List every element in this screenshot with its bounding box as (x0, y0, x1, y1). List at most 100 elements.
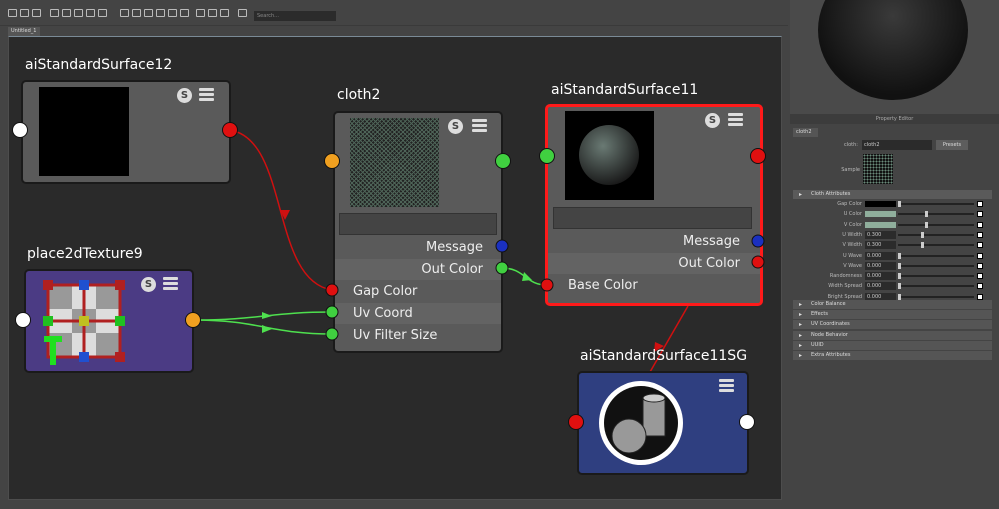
port-out-color: Out Color (548, 253, 760, 274)
port-gap-color: Gap Color (353, 284, 418, 299)
input-port[interactable] (12, 122, 28, 138)
attr-slider[interactable] (898, 213, 974, 216)
input-port[interactable] (568, 414, 584, 430)
uv-coord-port[interactable] (325, 305, 339, 319)
slider-handle[interactable] (898, 262, 901, 269)
node-aistandardsurface11sg[interactable] (577, 371, 749, 475)
slider-handle[interactable] (898, 273, 901, 280)
port-message: Message (426, 240, 483, 255)
render-viewport[interactable] (790, 0, 999, 114)
attr-slider[interactable] (898, 254, 974, 257)
sphere-preview (579, 125, 639, 185)
attr-value-input[interactable]: 0.000 (865, 251, 896, 260)
map-button[interactable] (977, 283, 983, 290)
output-port[interactable] (222, 122, 238, 138)
slider-handle[interactable] (898, 201, 901, 207)
slider-handle[interactable] (898, 283, 901, 290)
message-port[interactable] (495, 239, 509, 253)
attr-slider[interactable] (898, 285, 974, 288)
color-swatch[interactable] (865, 211, 896, 218)
attr-slider[interactable] (898, 275, 974, 278)
attr-label: Gap Color (837, 201, 862, 207)
slider-handle[interactable] (920, 231, 924, 238)
attr-slider[interactable] (898, 233, 974, 236)
section-collapsed[interactable]: Color Balance (793, 300, 992, 309)
attr-value-input[interactable]: 0.000 (865, 261, 896, 270)
node-text-field[interactable] (553, 207, 752, 229)
attr-label: Randomness (829, 273, 862, 280)
swatch (39, 87, 129, 176)
shader-icon: S (177, 88, 192, 103)
output-port[interactable] (185, 312, 201, 328)
uv-filter-size-port[interactable] (325, 327, 339, 341)
slider-handle[interactable] (924, 221, 928, 228)
shading-group-icon (599, 381, 683, 465)
attr-slider[interactable] (898, 295, 974, 298)
wire-arrow (522, 272, 532, 281)
section-collapsed[interactable]: UV Coordinates (793, 320, 992, 330)
shader-icon: S (705, 113, 720, 128)
map-button[interactable] (977, 231, 983, 238)
node-aistandardsurface12[interactable]: S (21, 80, 231, 184)
attr-value-input[interactable]: 0.300 (865, 230, 896, 239)
slider-handle[interactable] (920, 242, 924, 249)
out-color-port[interactable] (751, 255, 765, 269)
base-color-port[interactable] (540, 278, 554, 292)
slider-handle[interactable] (898, 252, 901, 259)
node-title: aiStandardSurface11 (551, 82, 699, 98)
attr-value-input[interactable]: 0.000 (865, 282, 896, 291)
input-port[interactable] (539, 148, 555, 164)
color-swatch[interactable] (865, 201, 896, 207)
node-text-field[interactable] (339, 213, 497, 235)
output-port[interactable] (739, 414, 755, 430)
gap-color-port[interactable] (325, 283, 339, 297)
menu-icon[interactable] (728, 113, 743, 127)
port-message: Message (683, 234, 740, 249)
input-port[interactable] (324, 153, 340, 169)
map-button[interactable] (977, 293, 983, 300)
map-button[interactable] (977, 201, 983, 207)
section-collapsed[interactable]: Extra Attributes (793, 351, 992, 360)
map-button[interactable] (977, 252, 983, 259)
attr-slider[interactable] (898, 264, 974, 267)
slider-handle[interactable] (924, 211, 928, 218)
map-button[interactable] (977, 211, 983, 218)
node-title: aiStandardSurface12 (25, 57, 173, 73)
color-swatch[interactable] (865, 221, 896, 228)
attr-label: Width Spread (828, 283, 862, 290)
node-aistandardsurface11[interactable]: S Message Out Color Base Color (545, 104, 763, 306)
section-collapsed[interactable]: Node Behavior (793, 330, 992, 340)
attr-value-input[interactable]: 0.000 (865, 272, 896, 281)
menu-icon[interactable] (199, 88, 214, 102)
node-place2dtexture9[interactable]: S (24, 269, 194, 373)
attr-value-input[interactable]: 0.300 (865, 241, 896, 250)
menu-icon[interactable] (719, 379, 734, 393)
section-cloth-attributes[interactable]: Cloth Attributes (793, 190, 992, 199)
map-button[interactable] (977, 273, 983, 280)
output-port[interactable] (495, 153, 511, 169)
map-button[interactable] (977, 221, 983, 228)
section-collapsed[interactable]: Effects (793, 310, 992, 320)
attr-slider[interactable] (898, 203, 974, 205)
tab-cloth2[interactable]: cloth2 (793, 128, 818, 137)
message-port[interactable] (751, 234, 765, 248)
node-name-input[interactable]: cloth2 (862, 140, 932, 150)
attr-label: V Color (843, 221, 862, 228)
map-button[interactable] (977, 242, 983, 249)
attr-slider[interactable] (898, 223, 974, 226)
menu-icon[interactable] (472, 119, 487, 133)
node-title: place2dTexture9 (27, 246, 143, 262)
place2d-texture-icon (43, 280, 125, 365)
render-preview-object (818, 0, 968, 100)
input-port[interactable] (15, 312, 31, 328)
node-cloth2[interactable]: S Message Out Color Gap Color Uv Coord U… (333, 111, 503, 353)
presets-button[interactable]: Presets (936, 140, 968, 150)
menu-icon[interactable] (163, 277, 178, 291)
slider-handle[interactable] (898, 293, 901, 300)
map-button[interactable] (977, 262, 983, 269)
port-uv-filter-size: Uv Filter Size (353, 328, 438, 343)
out-color-port[interactable] (495, 261, 509, 275)
attr-slider[interactable] (898, 244, 974, 247)
section-collapsed[interactable]: UUID (793, 340, 992, 350)
output-port[interactable] (750, 148, 766, 164)
